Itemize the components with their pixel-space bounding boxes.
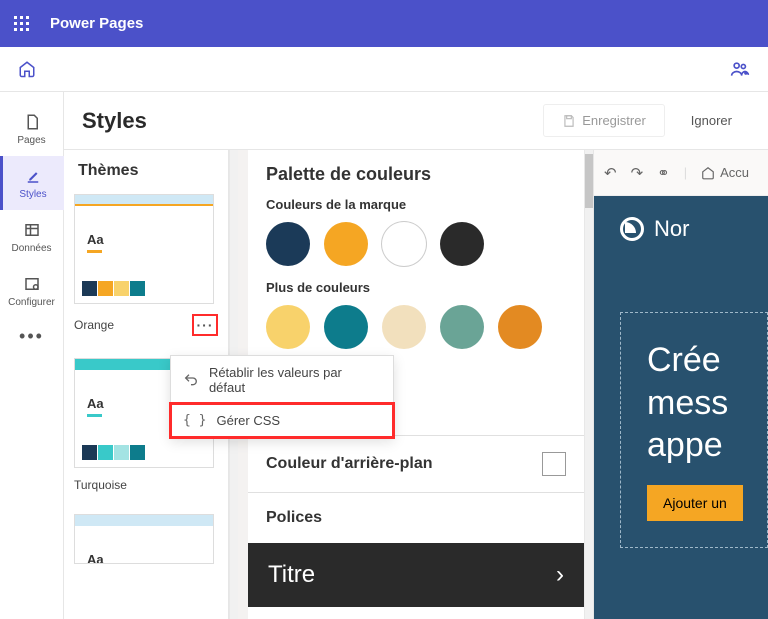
palette-heading: Palette de couleurs — [266, 164, 566, 185]
theme-thumbnail: Aa — [74, 194, 214, 304]
theme-name: Turquoise — [74, 478, 127, 492]
color-swatch[interactable] — [266, 222, 310, 266]
save-label: Enregistrer — [582, 113, 646, 128]
undo-icon[interactable]: ↶ — [604, 164, 617, 182]
menu-label: Gérer CSS — [216, 413, 280, 428]
nav-more-icon[interactable]: ••• — [19, 326, 44, 347]
preview-toolbar: ↶ ↷ ⚭ | Accu — [594, 150, 768, 196]
home-icon — [701, 166, 715, 180]
scrollbar[interactable] — [584, 150, 593, 619]
ignore-button[interactable]: Ignorer — [673, 104, 750, 137]
nav-configure[interactable]: Configurer — [0, 264, 64, 318]
hero-cta-button[interactable]: Ajouter un — [647, 485, 743, 521]
menu-label: Rétablir les valeurs par défaut — [209, 365, 381, 395]
data-icon — [22, 220, 42, 240]
global-header: Power Pages — [0, 0, 768, 47]
color-swatch[interactable] — [266, 305, 310, 349]
brand-colors-heading: Couleurs de la marque — [266, 197, 566, 212]
nav-label: Pages — [17, 135, 45, 146]
gear-icon — [22, 274, 42, 294]
breadcrumb-home[interactable]: Accu — [701, 165, 749, 180]
app-launcher-icon[interactable] — [14, 16, 30, 32]
braces-icon: { } — [183, 413, 206, 428]
color-swatch[interactable] — [324, 305, 368, 349]
bg-color-swatch[interactable] — [542, 452, 566, 476]
nav-data[interactable]: Données — [0, 210, 64, 264]
nav-pages[interactable]: Pages — [0, 102, 64, 156]
menu-manage-css[interactable]: { } Gérer CSS — [171, 404, 393, 437]
chevron-right-icon: › — [556, 561, 564, 589]
color-swatch[interactable] — [382, 305, 426, 349]
home-icon[interactable] — [18, 60, 36, 78]
breadcrumb-label: Accu — [720, 165, 749, 180]
sub-header — [0, 47, 768, 92]
save-icon — [562, 114, 576, 128]
theme-card-extra[interactable]: Aa — [74, 514, 218, 564]
menu-reset-defaults[interactable]: Rétablir les valeurs par défaut — [171, 356, 393, 404]
background-color-section[interactable]: Couleur d'arrière-plan — [248, 435, 584, 492]
preview-panel: ↶ ↷ ⚭ | Accu Nor Créemessappe — [593, 150, 768, 619]
nav-styles[interactable]: Styles — [0, 156, 64, 210]
bg-section-label: Couleur d'arrière-plan — [266, 455, 433, 473]
more-colors-heading: Plus de couleurs — [266, 280, 566, 295]
brand-text: Nor — [654, 216, 689, 242]
theme-thumbnail: Aa — [74, 514, 214, 564]
more-swatch-row — [266, 305, 566, 349]
title-font-row[interactable]: Titre › — [248, 543, 584, 607]
theme-name: Orange — [74, 318, 114, 332]
brush-icon — [23, 166, 43, 186]
color-swatch[interactable] — [440, 222, 484, 266]
color-swatch[interactable] — [440, 305, 484, 349]
nav-label: Configurer — [8, 297, 55, 308]
workspace-header: Styles Enregistrer Ignorer — [64, 92, 768, 150]
brand-swatch-row — [266, 222, 566, 266]
color-swatch[interactable] — [382, 222, 426, 266]
nav-label: Styles — [19, 189, 46, 200]
color-swatch[interactable] — [324, 222, 368, 266]
people-icon[interactable] — [730, 59, 750, 79]
brand-logo-icon — [620, 217, 644, 241]
app-name: Power Pages — [50, 15, 143, 32]
color-swatch[interactable] — [498, 305, 542, 349]
hero-headline: Créemessappe — [647, 339, 767, 467]
undo-icon — [183, 372, 199, 388]
preview-hero: Créemessappe Ajouter un — [620, 312, 768, 548]
page-title: Styles — [82, 108, 147, 134]
preview-brand: Nor — [620, 216, 768, 242]
theme-more-button[interactable]: ··· — [192, 314, 218, 336]
theme-context-menu: Rétablir les valeurs par défaut { } Gére… — [170, 355, 394, 438]
redo-icon[interactable]: ↷ — [631, 164, 644, 182]
theme-card-orange[interactable]: Aa Orange ··· — [74, 194, 218, 336]
fonts-section-label: Polices — [266, 509, 322, 527]
ignore-label: Ignorer — [691, 113, 732, 128]
preview-canvas: Nor Créemessappe Ajouter un — [594, 196, 768, 619]
themes-heading: Thèmes — [74, 162, 218, 180]
side-nav: Pages Styles Données Configurer ••• — [0, 92, 64, 619]
link-icon[interactable]: ⚭ — [657, 164, 670, 182]
nav-label: Données — [11, 243, 51, 254]
page-icon — [22, 112, 42, 132]
save-button[interactable]: Enregistrer — [543, 104, 665, 137]
fonts-section[interactable]: Polices — [248, 492, 584, 543]
title-row-label: Titre — [268, 561, 315, 589]
